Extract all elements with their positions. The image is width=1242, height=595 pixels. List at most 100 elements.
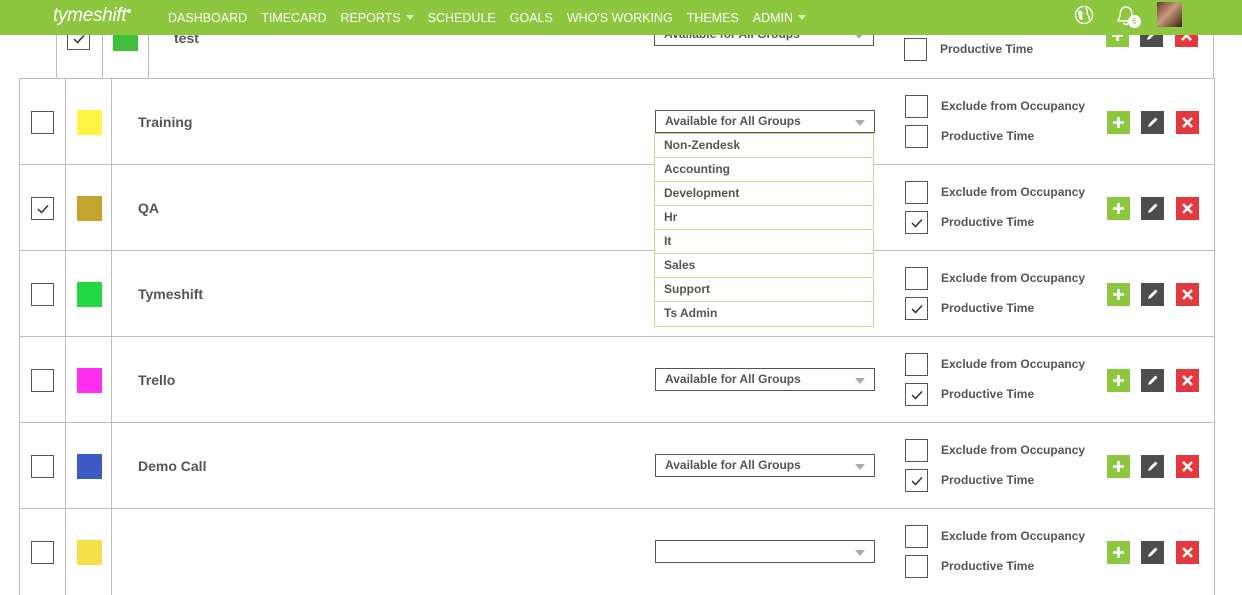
delete-button[interactable] <box>1176 369 1199 392</box>
dropdown-option[interactable]: Non-Zendesk <box>655 134 873 158</box>
dropdown-option[interactable]: Hr <box>655 206 873 230</box>
pencil-icon <box>1148 203 1158 213</box>
productive-time-checkbox[interactable] <box>905 383 928 406</box>
delete-button[interactable] <box>1176 455 1199 478</box>
table-row: Demo Call Available for All Groups Exclude… <box>19 422 1215 509</box>
nav-item-label: TIMECARD <box>261 10 327 25</box>
nav-item-admin[interactable]: ADMIN <box>752 10 807 25</box>
dropdown-option[interactable]: It <box>655 230 873 254</box>
group-dropdown-menu: Non-Zendesk Accounting Development Hr It Sale… <box>654 133 874 327</box>
column-divider <box>111 165 112 251</box>
group-availability-select[interactable]: Available for All Groups <box>655 454 875 477</box>
tymeshift-logo[interactable]: tymeshift● <box>53 5 132 27</box>
activity-name: Trello <box>138 372 176 388</box>
exclude-from-occupancy-checkbox[interactable] <box>905 439 928 462</box>
edit-button[interactable] <box>1141 541 1164 564</box>
nav-item-who-s-working[interactable]: WHO'S WORKING <box>567 11 673 25</box>
add-button[interactable] <box>1107 369 1130 392</box>
nav-item-schedule[interactable]: SCHEDULE <box>428 11 496 25</box>
row-select-checkbox[interactable] <box>31 455 54 478</box>
edit-button[interactable] <box>1141 197 1164 220</box>
plus-icon <box>1113 117 1124 128</box>
dropdown-option[interactable]: Support <box>655 278 873 302</box>
plus-icon <box>1113 289 1124 300</box>
exclude-from-occupancy-label: Exclude from Occupancy <box>941 271 1086 285</box>
dropdown-option[interactable]: Sales <box>655 254 873 278</box>
row-select-checkbox[interactable] <box>31 111 54 134</box>
productive-time-checkbox[interactable] <box>905 211 928 234</box>
nav-item-label: DASHBOARD <box>168 10 248 25</box>
dropdown-option[interactable]: Ts Admin <box>655 302 873 326</box>
nav-item-reports[interactable]: REPORTS <box>340 11 414 25</box>
exclude-from-occupancy-checkbox[interactable] <box>905 267 928 290</box>
group-availability-select[interactable] <box>655 540 875 563</box>
table-row: Exclude from Occupancy Productive Time <box>19 508 1215 595</box>
productive-time-checkbox[interactable] <box>905 125 928 148</box>
activity-color-swatch[interactable] <box>77 368 102 393</box>
exclude-from-occupancy-checkbox[interactable] <box>905 181 928 204</box>
pencil-icon <box>1148 547 1158 557</box>
add-button[interactable] <box>1107 197 1130 220</box>
add-button[interactable] <box>1107 541 1130 564</box>
globe-icon[interactable] <box>1074 5 1094 25</box>
dropdown-option[interactable]: Development <box>655 182 873 206</box>
exclude-from-occupancy-label: Exclude from Occupancy <box>941 357 1086 371</box>
add-button[interactable] <box>1107 283 1130 306</box>
activity-color-swatch[interactable] <box>77 282 102 307</box>
productive-time-label: Productive Time <box>941 215 1035 229</box>
productive-time-label: Productive Time <box>941 473 1035 487</box>
productive-time-label: Productive Time <box>941 301 1035 315</box>
nav-item-dashboard[interactable]: DASHBOARD <box>168 11 247 25</box>
productive-time-checkbox[interactable] <box>905 555 928 578</box>
exclude-from-occupancy-checkbox[interactable] <box>905 525 928 548</box>
nav-item-label: WHO'S WORKING <box>566 10 673 25</box>
row-select-checkbox[interactable] <box>31 197 54 220</box>
activity-color-swatch[interactable] <box>77 110 102 135</box>
plus-icon <box>1113 547 1124 558</box>
add-button[interactable] <box>1107 455 1130 478</box>
nav-item-label: GOALS <box>509 10 553 25</box>
productive-time-checkbox[interactable] <box>905 469 928 492</box>
exclude-from-occupancy-checkbox[interactable] <box>905 353 928 376</box>
column-divider <box>65 79 66 165</box>
edit-button[interactable] <box>1141 455 1164 478</box>
delete-button[interactable] <box>1176 111 1199 134</box>
add-button[interactable] <box>1107 111 1130 134</box>
group-availability-select[interactable]: Available for All Groups <box>655 110 875 133</box>
select-value: Available for All Groups <box>665 114 801 128</box>
edit-button[interactable] <box>1141 369 1164 392</box>
nav-item-themes[interactable]: THEMES <box>687 11 739 25</box>
productive-time-checkbox[interactable] <box>904 38 927 61</box>
delete-button[interactable] <box>1176 283 1199 306</box>
column-divider <box>111 337 112 423</box>
plus-icon <box>1113 375 1124 386</box>
group-availability-select[interactable]: Available for All Groups <box>655 368 875 391</box>
activity-color-swatch[interactable] <box>77 196 102 221</box>
close-icon <box>1182 203 1193 214</box>
user-avatar[interactable] <box>1157 2 1182 27</box>
productive-time-label: Productive Time <box>941 129 1035 143</box>
row-select-checkbox[interactable] <box>31 283 54 306</box>
row-select-checkbox[interactable] <box>31 369 54 392</box>
edit-button[interactable] <box>1141 283 1164 306</box>
delete-button[interactable] <box>1176 541 1199 564</box>
activity-name: Training <box>138 114 193 130</box>
row-select-checkbox[interactable] <box>31 541 54 564</box>
dropdown-arrow-icon <box>855 120 865 126</box>
exclude-from-occupancy-checkbox[interactable] <box>905 95 928 118</box>
edit-button[interactable] <box>1141 111 1164 134</box>
pencil-icon <box>1148 117 1158 127</box>
nav-item-timecard[interactable]: TIMECARD <box>261 11 326 25</box>
dropdown-option[interactable]: Accounting <box>655 158 873 182</box>
plus-icon <box>1113 461 1124 472</box>
nav-item-goals[interactable]: GOALS <box>510 11 553 25</box>
nav-item-label: ADMIN <box>752 10 794 25</box>
activity-color-swatch[interactable] <box>77 454 102 479</box>
caret-down-icon <box>405 15 414 20</box>
table-row: QA Exclude from Occupancy Productive Time <box>19 164 1215 251</box>
column-divider <box>65 251 66 337</box>
column-divider <box>111 79 112 165</box>
delete-button[interactable] <box>1176 197 1199 220</box>
productive-time-checkbox[interactable] <box>905 297 928 320</box>
notification-badge: 6 <box>1128 15 1141 28</box>
